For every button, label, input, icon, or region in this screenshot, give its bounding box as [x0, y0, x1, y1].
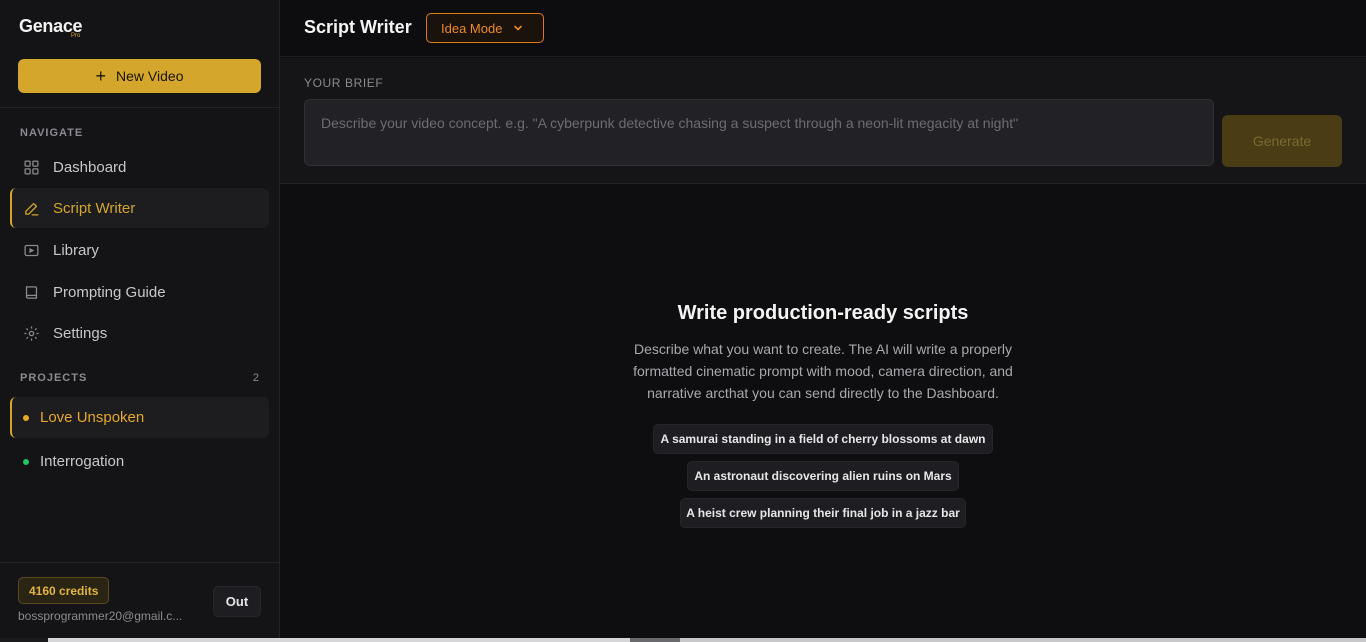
sidebar-item-label: Script Writer — [53, 199, 136, 217]
sidebar-item-settings[interactable]: Settings — [10, 313, 269, 353]
gear-icon — [24, 325, 39, 341]
scrollbar-segment — [630, 638, 680, 642]
project-status-dot — [23, 458, 29, 465]
project-status-dot — [23, 414, 29, 421]
sidebar-item-prompting-guide[interactable]: Prompting Guide — [10, 272, 269, 312]
example-prompt-chip[interactable]: An astronaut discovering alien ruins on … — [687, 461, 959, 491]
navigate-section-label: NAVIGATE — [20, 127, 84, 139]
sidebar-item-label: Settings — [53, 324, 108, 342]
scrollbar-segment — [48, 638, 630, 642]
project-item-interrogation[interactable]: Interrogation — [10, 441, 269, 482]
main-content: Write production-ready scripts Describe … — [280, 185, 1366, 642]
video-icon — [24, 244, 39, 256]
generate-button[interactable]: Generate — [1222, 115, 1342, 167]
sidebar-item-script-writer[interactable]: Script Writer — [10, 188, 269, 228]
sign-out-button[interactable]: Out — [213, 586, 261, 617]
sidebar-item-label: Dashboard — [53, 158, 127, 176]
user-email: bossprogrammer20@gmail.c... — [18, 609, 183, 623]
credits-badge[interactable]: 4160 credits — [18, 577, 110, 604]
book-icon — [25, 285, 38, 299]
project-label: Interrogation — [40, 453, 125, 470]
empty-state-title: Write production-ready scripts — [677, 302, 969, 324]
empty-state-description: Describe what you want to create. The AI… — [633, 341, 1013, 401]
example-prompt-chip[interactable]: A heist crew planning their final job in… — [680, 498, 966, 528]
new-video-label: New Video — [116, 68, 184, 84]
sidebar-divider — [0, 107, 279, 108]
sidebar-item-library[interactable]: Library — [10, 230, 269, 270]
sidebar-item-label: Prompting Guide — [53, 283, 166, 301]
new-video-button[interactable]: + New Video — [18, 59, 261, 93]
sidebar: Genace Pro + New Video NAVIGATE Dashboar… — [0, 0, 280, 642]
top-bar: Script Writer Idea Mode — [280, 0, 1366, 57]
project-item-love-unspoken[interactable]: Love Unspoken — [10, 397, 269, 438]
example-prompt-chip[interactable]: A samurai standing in a field of cherry … — [653, 424, 993, 454]
bottom-scrollbar-strip — [0, 638, 1366, 642]
projects-count: 2 — [252, 372, 259, 384]
mode-dropdown-value: Idea Mode — [441, 20, 503, 36]
page-title: Script Writer — [304, 17, 412, 37]
sidebar-item-label: Library — [53, 241, 99, 259]
brand-tier: Pro — [71, 33, 81, 39]
project-label: Love Unspoken — [40, 409, 145, 426]
sidebar-footer-divider — [0, 562, 279, 563]
plus-icon: + — [95, 66, 107, 86]
chevron-down-icon — [514, 25, 523, 31]
projects-section-label: PROJECTS — [20, 372, 88, 384]
mode-dropdown[interactable]: Idea Mode — [426, 13, 544, 43]
pencil-icon — [25, 202, 39, 216]
brief-input[interactable] — [304, 99, 1214, 166]
brief-label: YOUR BRIEF — [304, 76, 384, 90]
scrollbar-segment — [680, 638, 1366, 642]
sidebar-item-dashboard[interactable]: Dashboard — [10, 147, 269, 187]
brief-section: YOUR BRIEF Generate — [280, 58, 1366, 184]
grid-icon — [24, 159, 39, 175]
